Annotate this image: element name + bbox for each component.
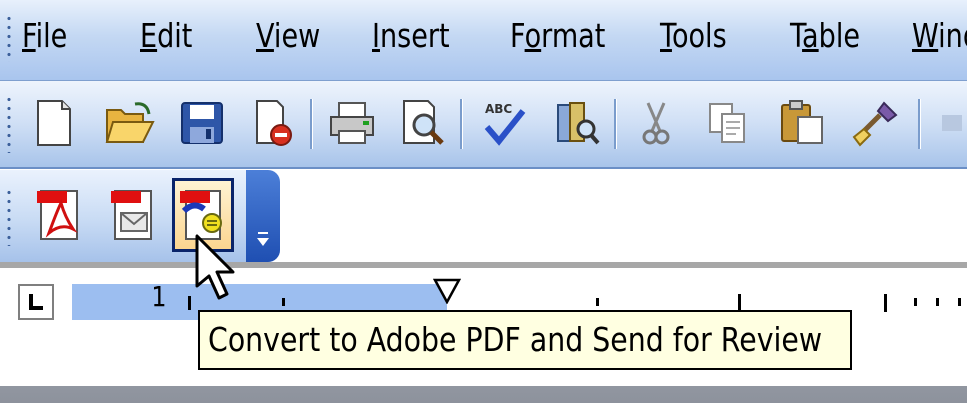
paste-icon[interactable] — [776, 97, 828, 149]
menu-window[interactable]: Wind — [912, 12, 967, 60]
ruler-tick — [936, 298, 939, 306]
ruler-tick — [958, 298, 961, 306]
research-icon[interactable] — [552, 97, 604, 149]
open-folder-icon[interactable] — [104, 97, 156, 149]
first-line-indent-marker[interactable] — [433, 278, 461, 304]
ruler-tick — [884, 294, 887, 312]
menu-format[interactable]: Format — [510, 12, 605, 60]
spelling-icon[interactable]: ABC — [478, 97, 530, 149]
ruler-number: 1 — [151, 280, 167, 313]
pdf-toolbar-grip[interactable] — [6, 188, 12, 246]
menu-file[interactable]: File — [22, 12, 67, 60]
format-painter-icon[interactable] — [850, 97, 902, 149]
tab-selector-button[interactable] — [18, 284, 54, 320]
cut-icon[interactable] — [630, 97, 682, 149]
svg-text:ABC: ABC — [485, 102, 512, 116]
print-icon[interactable] — [326, 97, 378, 149]
ruler-tick — [914, 298, 917, 306]
menu-insert[interactable]: Insert — [372, 12, 450, 60]
toolbar-separator — [460, 99, 463, 149]
menu-edit[interactable]: Edit — [140, 12, 192, 60]
menu-tools[interactable]: Tools — [660, 12, 727, 60]
menu-bar-grip[interactable] — [6, 14, 12, 62]
permission-icon[interactable] — [248, 97, 300, 149]
save-icon[interactable] — [176, 97, 228, 149]
toolbar-separator — [614, 99, 617, 149]
left-tab-icon — [29, 294, 43, 310]
ruler-tick — [188, 296, 191, 310]
undo-icon[interactable] — [934, 97, 967, 149]
toolbar-separator — [310, 99, 313, 149]
ruler-tick — [596, 298, 599, 306]
convert-to-pdf-icon — [37, 190, 78, 240]
toolbar-grip[interactable] — [6, 95, 12, 153]
tooltip: Convert to Adobe PDF and Send for Review — [198, 310, 852, 370]
standard-toolbar: ABC — [0, 81, 967, 169]
mouse-cursor-icon — [195, 234, 235, 300]
toolbar-options-button[interactable] — [246, 170, 280, 262]
menu-bar: File Edit View Insert Format Tools Table… — [0, 0, 967, 81]
convert-and-email-icon — [111, 190, 152, 240]
toolbar-separator — [918, 99, 921, 149]
menu-table[interactable]: Table — [790, 12, 860, 60]
convert-and-email-button[interactable] — [102, 178, 164, 252]
convert-to-pdf-button[interactable] — [28, 178, 90, 252]
print-preview-icon[interactable] — [398, 97, 450, 149]
ruler-tick — [282, 298, 285, 306]
menu-view[interactable]: View — [256, 12, 320, 60]
new-document-icon[interactable] — [28, 97, 80, 149]
copy-icon[interactable] — [702, 97, 754, 149]
chevron-down-icon — [257, 232, 269, 246]
tooltip-text: Convert to Adobe PDF and Send for Review — [208, 320, 823, 359]
